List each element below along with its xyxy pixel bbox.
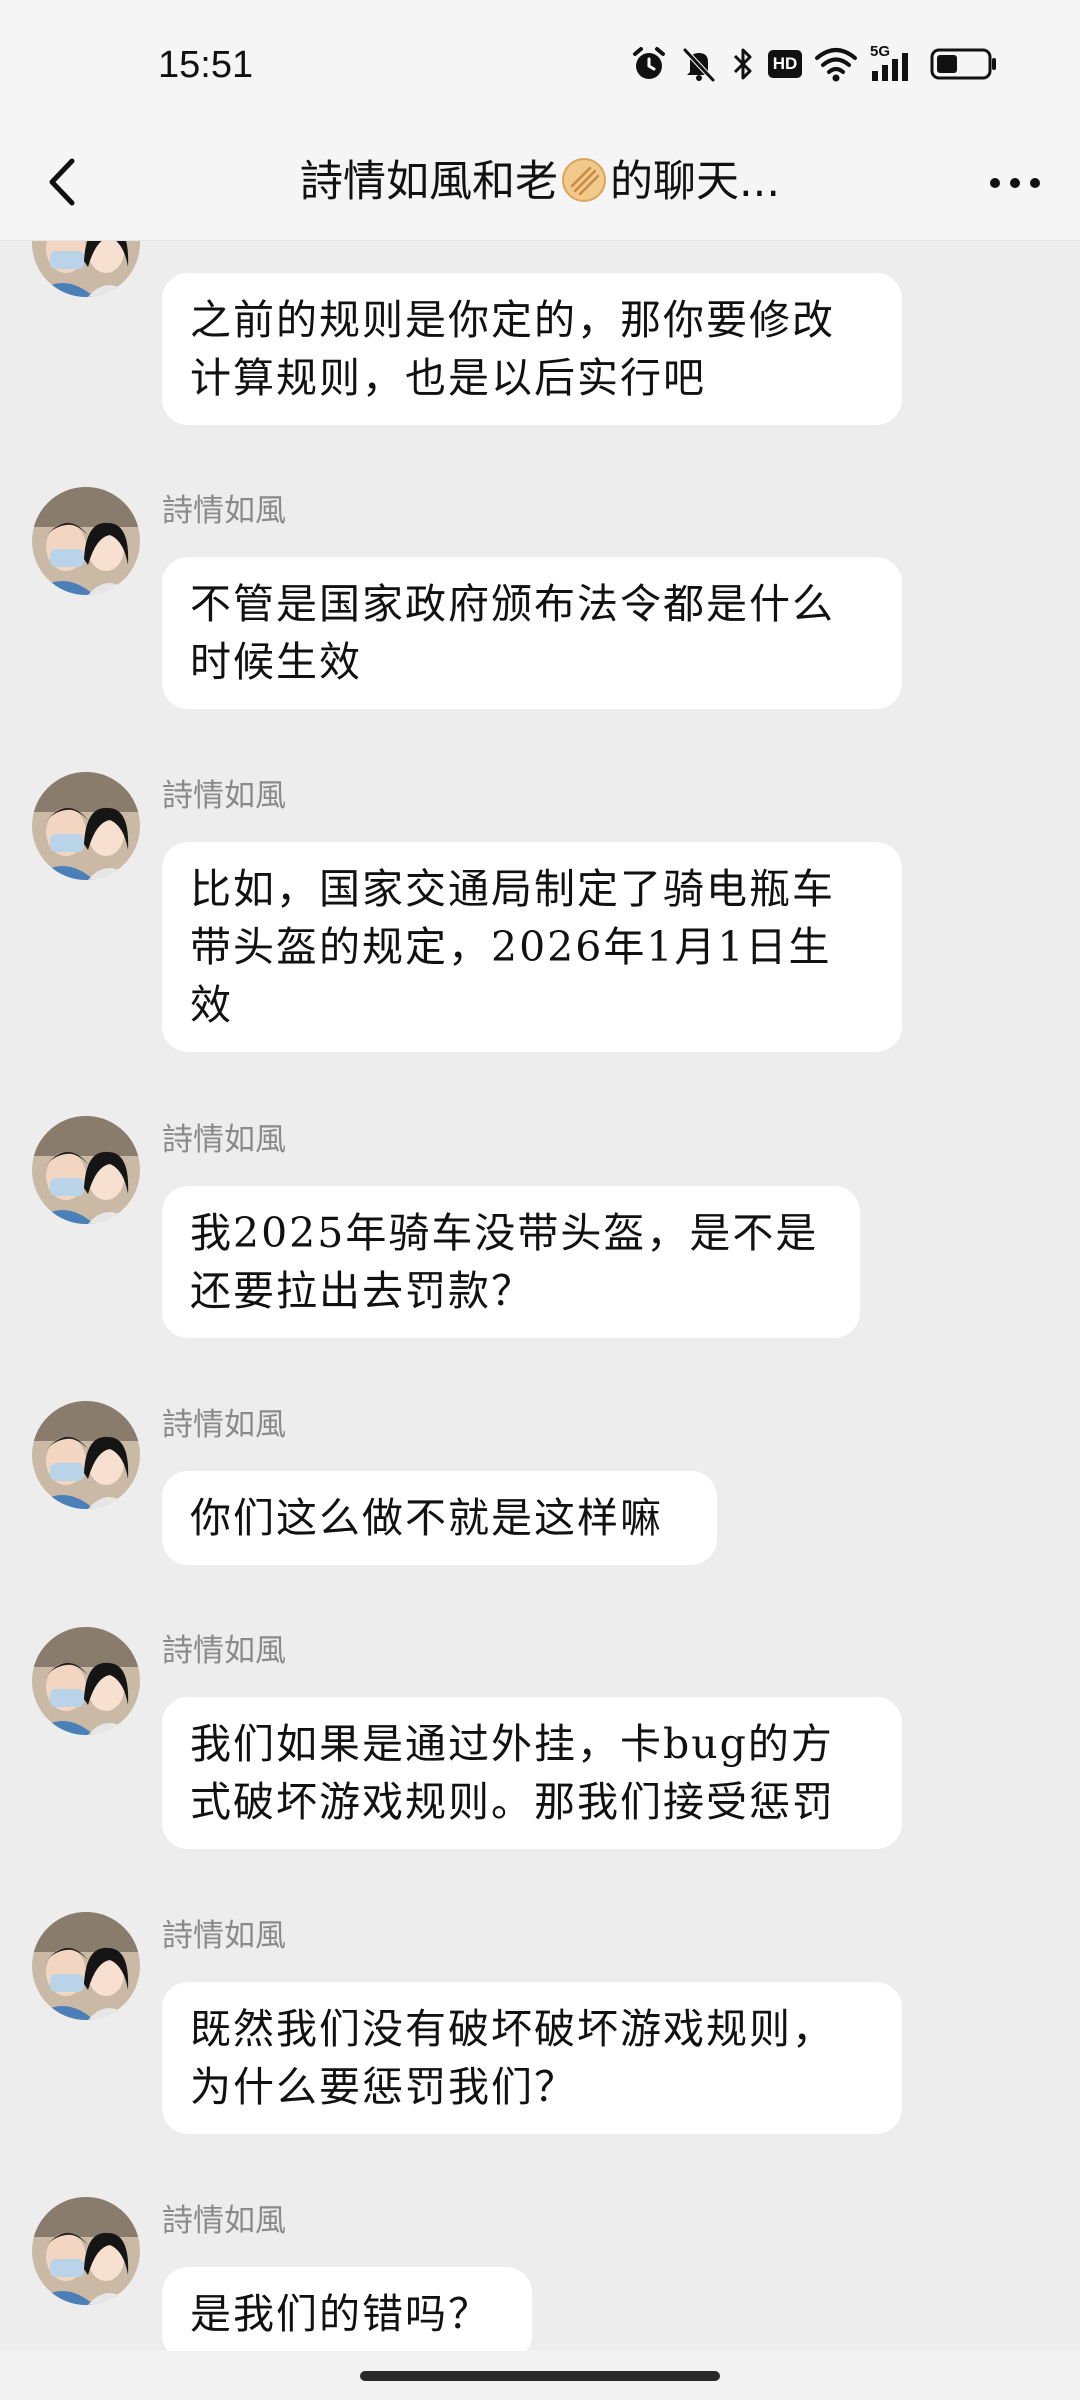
sender-name: 詩情如風 [162, 493, 286, 529]
alarm-icon [633, 47, 665, 79]
message-bubble[interactable]: 不管是国家政府颁布法令都是什么时候生效 [162, 557, 902, 709]
more-button[interactable] [980, 155, 1050, 210]
message-bubble[interactable]: 之前的规则是你定的，那你要修改计算规则，也是以后实行吧 [162, 273, 902, 425]
avatar[interactable] [32, 487, 140, 595]
message-bubble[interactable]: 我们如果是通过外挂，卡bug的方式破坏游戏规则。那我们接受惩罚 [162, 1697, 902, 1849]
home-indicator[interactable] [360, 2371, 720, 2381]
mute-icon [683, 48, 715, 82]
status-icons: HD 5G [630, 43, 998, 84]
message-list[interactable]: 之前的规则是你定的，那你要修改计算规则，也是以后实行吧 詩情如風 不管是国家政府… [0, 241, 1080, 2351]
message-bubble[interactable]: 比如，国家交通局制定了骑电瓶车带头盔的规定，2026年1月1日生效 [162, 842, 902, 1052]
avatar[interactable] [32, 1116, 140, 1224]
avatar[interactable] [32, 772, 140, 880]
status-time: 15:51 [158, 44, 254, 86]
bluetooth-icon [733, 48, 752, 80]
message-bubble[interactable]: 你们这么做不就是这样嘛 [162, 1471, 717, 1565]
sender-name: 詩情如風 [162, 1407, 286, 1443]
5g-signal-icon: 5G [870, 43, 918, 83]
sender-name: 詩情如風 [162, 1918, 286, 1954]
avatar[interactable] [32, 1627, 140, 1735]
message-bubble[interactable]: 我2025年骑车没带头盔，是不是还要拉出去罚款？ [162, 1186, 860, 1338]
hd-icon: HD [768, 50, 802, 78]
sender-name: 詩情如風 [162, 1122, 286, 1158]
wifi-icon [815, 48, 857, 82]
chat-header: 詩情如風和老 的聊天... [0, 125, 1080, 241]
back-button[interactable] [30, 147, 100, 217]
sender-name: 詩情如風 [162, 1633, 286, 1669]
cookie-emoji-icon [561, 158, 606, 202]
gesture-bar [0, 2351, 1080, 2400]
message-bubble[interactable]: 是我们的错吗？ [162, 2267, 532, 2351]
chevron-left-icon [49, 158, 75, 206]
chat-title: 詩情如風和老 的聊天... [299, 157, 780, 207]
avatar[interactable] [32, 1401, 140, 1509]
status-bar: 15:51 HD 5G [0, 0, 1080, 125]
avatar[interactable] [32, 241, 140, 297]
avatar[interactable] [32, 1912, 140, 2020]
message-bubble[interactable]: 既然我们没有破坏破坏游戏规则，为什么要惩罚我们？ [162, 1982, 902, 2134]
battery-icon [930, 48, 996, 80]
sender-name: 詩情如風 [162, 2203, 286, 2239]
sender-name: 詩情如風 [162, 778, 286, 814]
avatar[interactable] [32, 2197, 140, 2305]
more-dots-icon [990, 178, 1040, 188]
